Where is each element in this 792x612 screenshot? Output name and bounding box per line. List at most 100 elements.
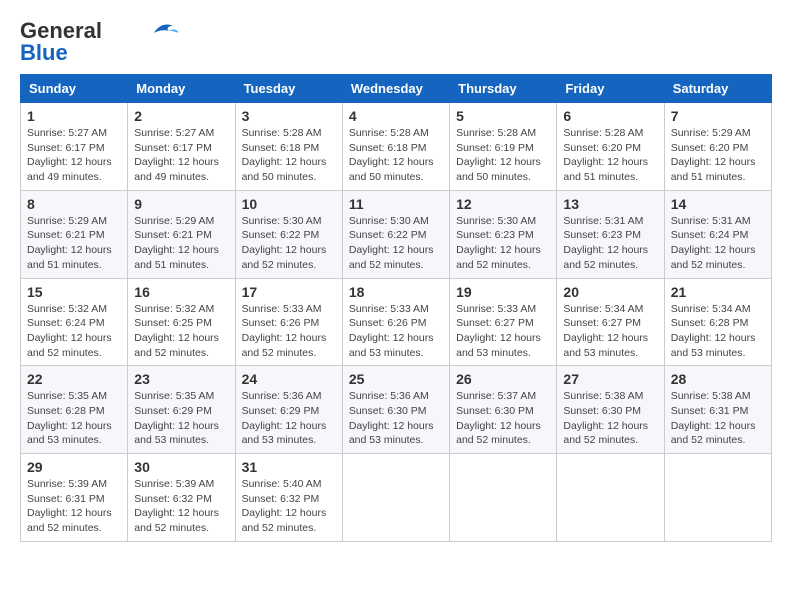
day-info: Sunrise: 5:40 AM Sunset: 6:32 PM Dayligh… <box>242 477 336 536</box>
calendar-cell: 13 Sunrise: 5:31 AM Sunset: 6:23 PM Dayl… <box>557 190 664 278</box>
day-number: 17 <box>242 284 336 300</box>
calendar-cell: 30 Sunrise: 5:39 AM Sunset: 6:32 PM Dayl… <box>128 454 235 542</box>
calendar-cell: 11 Sunrise: 5:30 AM Sunset: 6:22 PM Dayl… <box>342 190 449 278</box>
day-info: Sunrise: 5:33 AM Sunset: 6:26 PM Dayligh… <box>242 302 336 361</box>
calendar-cell: 12 Sunrise: 5:30 AM Sunset: 6:23 PM Dayl… <box>450 190 557 278</box>
day-number: 16 <box>134 284 228 300</box>
calendar-cell: 17 Sunrise: 5:33 AM Sunset: 6:26 PM Dayl… <box>235 278 342 366</box>
day-info: Sunrise: 5:28 AM Sunset: 6:20 PM Dayligh… <box>563 126 657 185</box>
calendar-cell: 29 Sunrise: 5:39 AM Sunset: 6:31 PM Dayl… <box>21 454 128 542</box>
calendar-cell: 28 Sunrise: 5:38 AM Sunset: 6:31 PM Dayl… <box>664 366 771 454</box>
day-info: Sunrise: 5:30 AM Sunset: 6:22 PM Dayligh… <box>349 214 443 273</box>
header: GeneralBlue <box>20 20 772 64</box>
day-info: Sunrise: 5:32 AM Sunset: 6:25 PM Dayligh… <box>134 302 228 361</box>
day-number: 11 <box>349 196 443 212</box>
calendar-cell <box>664 454 771 542</box>
calendar-cell: 21 Sunrise: 5:34 AM Sunset: 6:28 PM Dayl… <box>664 278 771 366</box>
calendar-cell: 8 Sunrise: 5:29 AM Sunset: 6:21 PM Dayli… <box>21 190 128 278</box>
day-info: Sunrise: 5:38 AM Sunset: 6:30 PM Dayligh… <box>563 389 657 448</box>
day-info: Sunrise: 5:29 AM Sunset: 6:20 PM Dayligh… <box>671 126 765 185</box>
day-number: 3 <box>242 108 336 124</box>
day-info: Sunrise: 5:31 AM Sunset: 6:23 PM Dayligh… <box>563 214 657 273</box>
day-number: 22 <box>27 371 121 387</box>
calendar-cell: 2 Sunrise: 5:27 AM Sunset: 6:17 PM Dayli… <box>128 103 235 191</box>
calendar-cell: 31 Sunrise: 5:40 AM Sunset: 6:32 PM Dayl… <box>235 454 342 542</box>
weekday-header-saturday: Saturday <box>664 75 771 103</box>
calendar: SundayMondayTuesdayWednesdayThursdayFrid… <box>20 74 772 542</box>
day-number: 26 <box>456 371 550 387</box>
day-info: Sunrise: 5:38 AM Sunset: 6:31 PM Dayligh… <box>671 389 765 448</box>
day-number: 13 <box>563 196 657 212</box>
calendar-cell: 9 Sunrise: 5:29 AM Sunset: 6:21 PM Dayli… <box>128 190 235 278</box>
calendar-cell: 3 Sunrise: 5:28 AM Sunset: 6:18 PM Dayli… <box>235 103 342 191</box>
day-info: Sunrise: 5:29 AM Sunset: 6:21 PM Dayligh… <box>134 214 228 273</box>
day-info: Sunrise: 5:31 AM Sunset: 6:24 PM Dayligh… <box>671 214 765 273</box>
calendar-cell: 24 Sunrise: 5:36 AM Sunset: 6:29 PM Dayl… <box>235 366 342 454</box>
calendar-cell: 15 Sunrise: 5:32 AM Sunset: 6:24 PM Dayl… <box>21 278 128 366</box>
calendar-cell: 22 Sunrise: 5:35 AM Sunset: 6:28 PM Dayl… <box>21 366 128 454</box>
calendar-cell <box>342 454 449 542</box>
day-number: 30 <box>134 459 228 475</box>
day-number: 29 <box>27 459 121 475</box>
weekday-header-monday: Monday <box>128 75 235 103</box>
day-number: 5 <box>456 108 550 124</box>
calendar-cell: 27 Sunrise: 5:38 AM Sunset: 6:30 PM Dayl… <box>557 366 664 454</box>
day-number: 24 <box>242 371 336 387</box>
day-number: 15 <box>27 284 121 300</box>
day-info: Sunrise: 5:30 AM Sunset: 6:23 PM Dayligh… <box>456 214 550 273</box>
weekday-header-wednesday: Wednesday <box>342 75 449 103</box>
calendar-cell <box>450 454 557 542</box>
calendar-cell <box>557 454 664 542</box>
day-number: 2 <box>134 108 228 124</box>
weekday-header-thursday: Thursday <box>450 75 557 103</box>
day-number: 25 <box>349 371 443 387</box>
calendar-cell: 5 Sunrise: 5:28 AM Sunset: 6:19 PM Dayli… <box>450 103 557 191</box>
day-number: 9 <box>134 196 228 212</box>
day-info: Sunrise: 5:33 AM Sunset: 6:26 PM Dayligh… <box>349 302 443 361</box>
day-info: Sunrise: 5:27 AM Sunset: 6:17 PM Dayligh… <box>27 126 121 185</box>
logo-text: GeneralBlue <box>20 20 102 64</box>
day-number: 19 <box>456 284 550 300</box>
day-number: 10 <box>242 196 336 212</box>
calendar-cell: 16 Sunrise: 5:32 AM Sunset: 6:25 PM Dayl… <box>128 278 235 366</box>
day-info: Sunrise: 5:28 AM Sunset: 6:18 PM Dayligh… <box>242 126 336 185</box>
calendar-cell: 19 Sunrise: 5:33 AM Sunset: 6:27 PM Dayl… <box>450 278 557 366</box>
day-info: Sunrise: 5:36 AM Sunset: 6:29 PM Dayligh… <box>242 389 336 448</box>
calendar-cell: 1 Sunrise: 5:27 AM Sunset: 6:17 PM Dayli… <box>21 103 128 191</box>
calendar-cell: 20 Sunrise: 5:34 AM Sunset: 6:27 PM Dayl… <box>557 278 664 366</box>
day-info: Sunrise: 5:30 AM Sunset: 6:22 PM Dayligh… <box>242 214 336 273</box>
calendar-cell: 25 Sunrise: 5:36 AM Sunset: 6:30 PM Dayl… <box>342 366 449 454</box>
day-info: Sunrise: 5:39 AM Sunset: 6:31 PM Dayligh… <box>27 477 121 536</box>
calendar-cell: 18 Sunrise: 5:33 AM Sunset: 6:26 PM Dayl… <box>342 278 449 366</box>
day-info: Sunrise: 5:28 AM Sunset: 6:18 PM Dayligh… <box>349 126 443 185</box>
day-info: Sunrise: 5:39 AM Sunset: 6:32 PM Dayligh… <box>134 477 228 536</box>
day-number: 27 <box>563 371 657 387</box>
day-info: Sunrise: 5:35 AM Sunset: 6:28 PM Dayligh… <box>27 389 121 448</box>
day-info: Sunrise: 5:36 AM Sunset: 6:30 PM Dayligh… <box>349 389 443 448</box>
day-info: Sunrise: 5:29 AM Sunset: 6:21 PM Dayligh… <box>27 214 121 273</box>
weekday-header-friday: Friday <box>557 75 664 103</box>
day-number: 6 <box>563 108 657 124</box>
day-number: 8 <box>27 196 121 212</box>
calendar-cell: 10 Sunrise: 5:30 AM Sunset: 6:22 PM Dayl… <box>235 190 342 278</box>
day-info: Sunrise: 5:34 AM Sunset: 6:28 PM Dayligh… <box>671 302 765 361</box>
logo: GeneralBlue <box>20 20 180 64</box>
weekday-header-sunday: Sunday <box>21 75 128 103</box>
day-number: 28 <box>671 371 765 387</box>
day-number: 23 <box>134 371 228 387</box>
calendar-cell: 26 Sunrise: 5:37 AM Sunset: 6:30 PM Dayl… <box>450 366 557 454</box>
calendar-cell: 14 Sunrise: 5:31 AM Sunset: 6:24 PM Dayl… <box>664 190 771 278</box>
weekday-header-tuesday: Tuesday <box>235 75 342 103</box>
day-info: Sunrise: 5:32 AM Sunset: 6:24 PM Dayligh… <box>27 302 121 361</box>
day-number: 4 <box>349 108 443 124</box>
day-info: Sunrise: 5:33 AM Sunset: 6:27 PM Dayligh… <box>456 302 550 361</box>
day-number: 31 <box>242 459 336 475</box>
day-number: 7 <box>671 108 765 124</box>
logo-bird-icon <box>150 21 180 41</box>
calendar-cell: 4 Sunrise: 5:28 AM Sunset: 6:18 PM Dayli… <box>342 103 449 191</box>
day-info: Sunrise: 5:37 AM Sunset: 6:30 PM Dayligh… <box>456 389 550 448</box>
day-info: Sunrise: 5:34 AM Sunset: 6:27 PM Dayligh… <box>563 302 657 361</box>
day-number: 18 <box>349 284 443 300</box>
calendar-cell: 23 Sunrise: 5:35 AM Sunset: 6:29 PM Dayl… <box>128 366 235 454</box>
day-number: 1 <box>27 108 121 124</box>
